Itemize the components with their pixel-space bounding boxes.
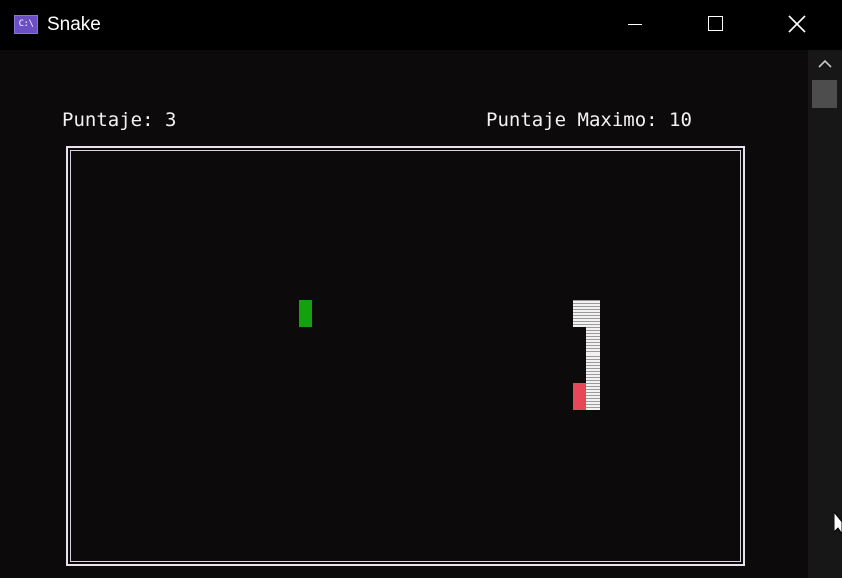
close-button[interactable] xyxy=(757,0,837,50)
console-app-icon: C:\ xyxy=(14,15,38,34)
snake-body-segment xyxy=(573,300,600,327)
title-bar[interactable]: C:\ Snake xyxy=(0,0,842,50)
snake-head xyxy=(573,383,586,410)
game-board xyxy=(70,150,741,562)
maximize-icon xyxy=(708,16,723,31)
food-pellet xyxy=(299,300,312,327)
mouse-pointer-icon xyxy=(834,512,842,534)
snake-body-segment xyxy=(586,327,600,354)
max-score: Puntaje Maximo: 10 xyxy=(486,109,692,131)
close-icon xyxy=(788,15,806,33)
scrollbar-thumb[interactable] xyxy=(812,80,837,108)
current-score: Puntaje: 3 xyxy=(62,109,177,131)
console-window: C:\ Snake Puntaje: 3 Puntaje Maximo: 10 xyxy=(0,0,842,578)
vertical-scrollbar[interactable] xyxy=(808,50,842,578)
window-title: Snake xyxy=(47,14,101,35)
minimize-icon xyxy=(628,24,642,25)
maximize-button[interactable] xyxy=(676,0,756,50)
snake-body-segment xyxy=(586,354,600,383)
minimize-button[interactable] xyxy=(594,0,674,50)
scroll-up-arrow-icon[interactable] xyxy=(817,58,833,70)
snake-body-segment xyxy=(586,383,600,410)
